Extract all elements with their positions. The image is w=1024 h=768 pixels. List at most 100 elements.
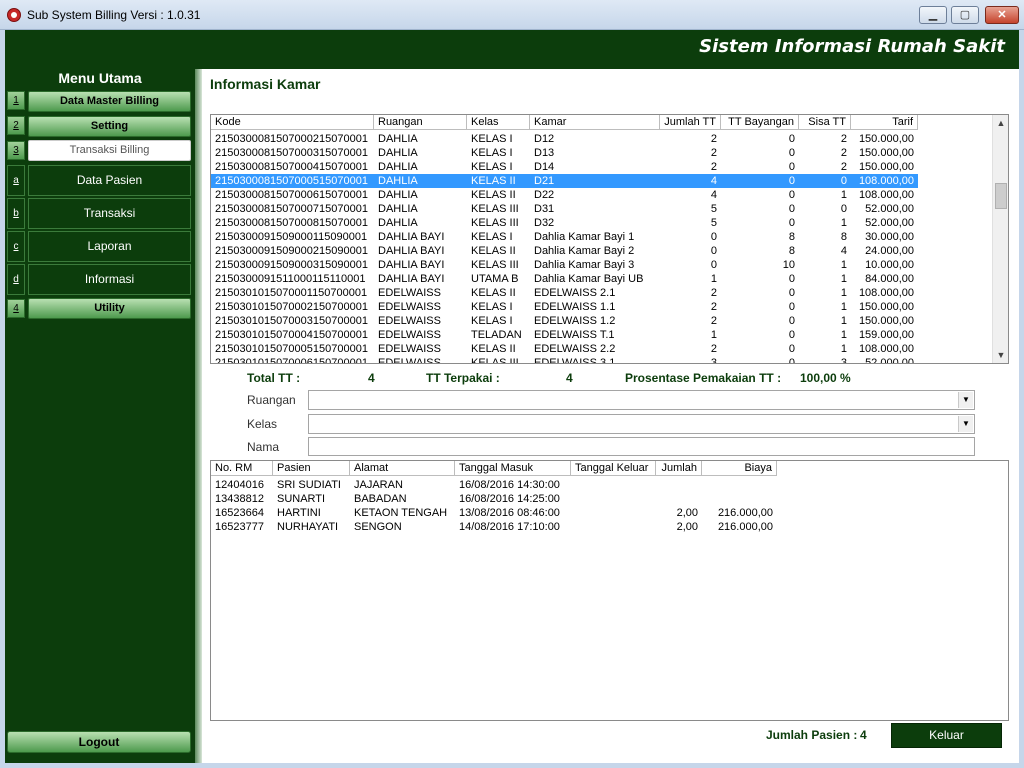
table-row[interactable]: 2150301015070006150700001 EDELWAISS KELAS … (211, 356, 918, 364)
table-row[interactable]: 2150301015070005150700001 EDELWAISS KELAS … (211, 342, 918, 356)
submenu-key-c[interactable]: c (7, 231, 25, 262)
table-row[interactable]: 2150301015070002150700001 EDELWAISS KELAS … (211, 300, 918, 314)
submenu-informasi-button[interactable]: Informasi (28, 264, 191, 295)
nama-label: Nama (247, 440, 280, 454)
table-row[interactable]: 2150300081507000615070001 DAHLIA KELAS II D… (211, 188, 918, 202)
keluar-button[interactable]: Keluar (891, 723, 1002, 748)
room-table-scrollbar[interactable]: ▲ ▼ (992, 115, 1008, 363)
scroll-up-icon[interactable]: ▲ (993, 115, 1008, 131)
table-row[interactable]: 2150300091509000115090001 DAHLIA BAYI KELA… (211, 230, 918, 244)
table-cell: 2150300081507000415070001 (215, 161, 368, 173)
table-cell: KELAS I (471, 231, 513, 243)
chevron-down-icon[interactable]: ▼ (958, 392, 973, 408)
menu-key-1[interactable]: 1 (7, 91, 25, 110)
submenu-data-pasien-button[interactable]: Data Pasien (28, 165, 191, 196)
patients-column-header[interactable]: Biaya (702, 461, 777, 476)
table-row[interactable]: 2150300081507000815070001 DAHLIA KELAS III… (211, 216, 918, 230)
table-row[interactable]: 2150301015070004150700001 EDELWAISS TELADA… (211, 328, 918, 342)
scroll-thumb[interactable] (995, 183, 1007, 209)
kelas-select[interactable]: ▼ (308, 414, 975, 434)
table-cell: 8 (788, 231, 795, 243)
maximize-button[interactable]: ▢ (951, 6, 979, 24)
table-row[interactable]: 2150300091509000215090001 DAHLIA BAYI KELA… (211, 244, 918, 258)
menu-key-3[interactable]: 3 (7, 141, 25, 160)
table-row[interactable]: 2150300091509000315090001 DAHLIA BAYI KELA… (211, 258, 918, 272)
table-cell: KELAS III (471, 217, 519, 229)
table-cell: 2150300091511000115110001 (215, 273, 366, 285)
minimize-button[interactable]: ▁ (919, 6, 947, 24)
table-cell: 1 (710, 329, 717, 341)
room-info-table[interactable]: Kode Ruangan Kelas Kamar Jumlah TT TT Bayanga… (210, 114, 1009, 364)
table-cell (702, 492, 777, 506)
table-row[interactable]: 215030008150700021507000​1 DAHLIA KELAS I D… (211, 132, 918, 146)
table-cell: 4 (840, 245, 847, 257)
table-cell: EDELWAISS (378, 343, 441, 355)
rooms-column-header[interactable]: Jumlah TT (660, 115, 721, 130)
submenu-laporan-button[interactable]: Laporan (28, 231, 191, 262)
menu-data-master-billing-button[interactable]: Data Master Billing (28, 91, 191, 112)
table-cell: DAHLIA (378, 147, 418, 159)
menu-key-2[interactable]: 2 (7, 116, 25, 135)
tt-terpakai-value: 4 (566, 371, 573, 385)
submenu-transaksi-button[interactable]: Transaksi (28, 198, 191, 229)
table-cell: 108.000,00 (858, 175, 914, 187)
patients-column-header[interactable]: Tanggal Masuk (455, 461, 571, 476)
table-row[interactable]: 2150300081507000315070001 DAHLIA KELAS I D1… (211, 146, 918, 160)
table-row[interactable]: 2150300091511000115110001 DAHLIA BAYI UTAM… (211, 272, 918, 286)
table-cell: 1 (840, 189, 847, 201)
close-button[interactable]: ✕ (985, 6, 1019, 24)
rooms-column-header[interactable]: Kelas (467, 115, 530, 130)
submenu-key-b[interactable]: b (7, 198, 25, 229)
patients-column-header[interactable]: Pasien (273, 461, 350, 476)
rooms-column-header[interactable]: Kode (211, 115, 374, 130)
table-cell: EDELWAISS 1.2 (534, 315, 616, 327)
table-row[interactable]: 2150301015070001150700001 EDELWAISS KELAS … (211, 286, 918, 300)
table-cell: 52.000,00 (865, 217, 914, 229)
menu-transaksi-billing-button[interactable]: Transaksi Billing (28, 140, 191, 161)
table-cell: 0 (788, 203, 795, 215)
table-row[interactable]: 16523777 NURHAYATI SENGON 14/08/2016 17:10:… (211, 520, 777, 534)
menu-title: Menu Utama (58, 70, 142, 86)
table-row[interactable]: 12404016 SRI SUDIATI JAJARAN 16/08/2016 14:… (211, 478, 777, 492)
rooms-column-header[interactable]: TT Bayangan (721, 115, 799, 130)
menu-key-4[interactable]: 4 (7, 299, 25, 318)
table-row[interactable]: 16523664 HARTINI KETAON TENGAH 13/08/2016 0… (211, 506, 777, 520)
patients-column-header[interactable]: Alamat (350, 461, 455, 476)
submenu-key-d[interactable]: d (7, 264, 25, 295)
menu-setting-button[interactable]: Setting (28, 116, 191, 137)
table-cell: 0 (788, 301, 795, 313)
table-row[interactable]: 2150300081507000715070001 DAHLIA KELAS III… (211, 202, 918, 216)
scroll-down-icon[interactable]: ▼ (993, 347, 1008, 363)
table-cell: SRI SUDIATI (277, 479, 341, 491)
table-cell: 159.000,00 (858, 329, 914, 341)
table-cell: 0 (788, 175, 795, 187)
nama-input[interactable] (308, 437, 975, 456)
table-cell: KELAS II (471, 287, 516, 299)
patient-table[interactable]: No. RM Pasien Alamat Tanggal Masuk Tanggal K… (210, 460, 1009, 721)
table-cell: 150.000,00 (858, 315, 914, 327)
table-cell: EDELWAISS 2.2 (534, 343, 616, 355)
table-cell: 0 (788, 329, 795, 341)
table-cell: 0 (788, 357, 795, 364)
table-row[interactable]: 2150300081507000415070001 DAHLIA KELAS I D1… (211, 160, 918, 174)
table-cell: 0 (788, 217, 795, 229)
ruangan-select[interactable]: ▼ (308, 390, 975, 410)
table-cell: 52.000,00 (865, 203, 914, 215)
rooms-column-header[interactable]: Ruangan (374, 115, 467, 130)
patients-column-header[interactable]: No. RM (211, 461, 273, 476)
rooms-column-header[interactable]: Kamar (530, 115, 660, 130)
table-cell: HARTINI (277, 507, 321, 519)
table-cell: 2 (710, 315, 717, 327)
table-cell: 8 (840, 231, 847, 243)
patients-column-header[interactable]: Jumlah (656, 461, 702, 476)
menu-utility-button[interactable]: Utility (28, 298, 191, 319)
table-row[interactable]: 13438812 SUNARTI BABADAN 16/08/2016 14:25:0… (211, 492, 777, 506)
chevron-down-icon[interactable]: ▼ (958, 416, 973, 432)
table-row[interactable]: 2150300081507000515070001 DAHLIA KELAS II D… (211, 174, 918, 188)
table-row[interactable]: 2150301015070003150700001 EDELWAISS KELAS … (211, 314, 918, 328)
logout-button[interactable]: Logout (7, 731, 191, 753)
rooms-column-header[interactable]: Tarif (851, 115, 918, 130)
submenu-key-a[interactable]: a (7, 165, 25, 196)
rooms-column-header[interactable]: Sisa TT (799, 115, 851, 130)
patients-column-header[interactable]: Tanggal Keluar (571, 461, 656, 476)
